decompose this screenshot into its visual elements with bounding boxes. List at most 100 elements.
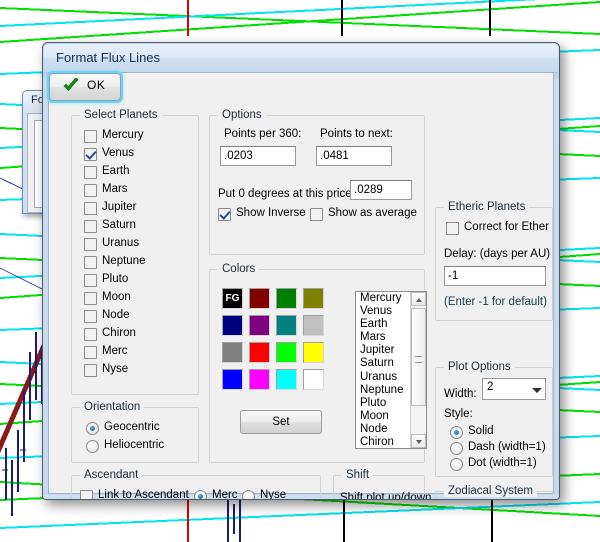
radio-dot[interactable] xyxy=(86,422,99,435)
orientation-group: Orientation Geocentric Heliocentric xyxy=(71,401,199,463)
checkbox-box[interactable] xyxy=(84,184,97,197)
listbox-scroll-thumb[interactable] xyxy=(411,308,426,406)
planet-label: Jupiter xyxy=(102,201,137,213)
format-flux-lines-dialog: Format Flux Lines OK Select Planets Merc… xyxy=(42,42,560,500)
checkbox-box[interactable] xyxy=(84,310,97,323)
checkbox-box[interactable] xyxy=(84,202,97,215)
color-swatch-navy[interactable] xyxy=(222,315,243,336)
color-swatch-purple[interactable] xyxy=(249,315,270,336)
points-to-next-input[interactable]: .0481 xyxy=(316,146,392,166)
radio-dot[interactable] xyxy=(450,458,463,471)
checkbox-box[interactable] xyxy=(84,346,97,359)
planet-label: Node xyxy=(102,309,130,321)
delay-input[interactable]: -1 xyxy=(444,266,546,286)
planet-label: Uranus xyxy=(102,237,140,249)
checkbox-box[interactable] xyxy=(84,364,97,377)
color-swatch-maroon[interactable] xyxy=(249,288,270,309)
zero-degrees-label: Put 0 degrees at this price: xyxy=(218,188,355,200)
set-color-button[interactable]: Set xyxy=(240,410,322,434)
shift-group: Shift Shift plot up/down by 0 points. xyxy=(333,469,431,499)
check-icon xyxy=(63,78,79,91)
planet-label: Mars xyxy=(102,183,128,195)
radio-dot[interactable] xyxy=(194,490,207,499)
checkbox-box[interactable] xyxy=(84,274,97,287)
checkbox-box[interactable] xyxy=(84,166,97,179)
points-per-360-input[interactable]: .0203 xyxy=(220,146,296,166)
planet-label: Venus xyxy=(102,147,134,159)
width-label: Width: xyxy=(444,388,477,400)
checkbox-box[interactable] xyxy=(84,220,97,233)
options-caption: Options xyxy=(218,109,266,121)
etheric-planets-group: Etheric Planets Correct for Ether Delay:… xyxy=(435,201,553,321)
scroll-down-arrow-icon[interactable] xyxy=(411,434,426,448)
color-swatch-green[interactable] xyxy=(276,288,297,309)
radio-dot[interactable] xyxy=(450,426,463,439)
ok-button-label: OK xyxy=(87,78,106,92)
zero-degrees-input[interactable]: .0289 xyxy=(350,180,412,200)
checkbox-box[interactable] xyxy=(84,256,97,269)
ok-button[interactable]: OK xyxy=(49,73,121,101)
chevron-down-icon[interactable] xyxy=(527,379,545,399)
color-swatch-red[interactable] xyxy=(249,342,270,363)
width-combo[interactable]: 2 xyxy=(482,378,546,400)
select-planets-group: Select Planets Mercury Venus Earth Mars xyxy=(71,109,199,395)
color-swatch-cyan[interactable] xyxy=(276,369,297,390)
ascendant-caption: Ascendant xyxy=(80,469,143,481)
color-swatch-white[interactable] xyxy=(303,369,324,390)
radio-dot[interactable] xyxy=(86,440,99,453)
plot-options-caption: Plot Options xyxy=(444,361,515,373)
style-label-text: Dot (width=1) xyxy=(468,457,537,469)
delay-label: Delay: (days per AU) xyxy=(444,248,551,260)
color-swatch-blue[interactable] xyxy=(222,369,243,390)
shift-caption: Shift xyxy=(342,469,374,481)
listbox-scrollbar[interactable] xyxy=(410,292,426,448)
color-swatch-foreground[interactable]: FG xyxy=(222,288,243,309)
orientation-label: Heliocentric xyxy=(104,439,165,451)
width-value: 2 xyxy=(487,381,494,393)
planet-label: Earth xyxy=(102,165,130,177)
planet-label: Neptune xyxy=(102,255,146,267)
checkbox-box[interactable] xyxy=(84,130,97,143)
etheric-planets-caption: Etheric Planets xyxy=(444,201,530,213)
radio-dot[interactable] xyxy=(450,442,463,455)
zodiacal-system-group: Zodiacal System Tropical (Western) Sider… xyxy=(435,485,553,499)
color-swatch-lime[interactable] xyxy=(276,342,297,363)
color-swatch-teal[interactable] xyxy=(276,315,297,336)
ascendant-source-label: Nyse xyxy=(260,489,287,500)
color-swatch-gray[interactable] xyxy=(222,342,243,363)
show-as-average-label: Show as average xyxy=(328,207,417,219)
style-label-text: Dash (width=1) xyxy=(468,441,546,453)
checkbox-box[interactable] xyxy=(84,292,97,305)
link-to-ascendant-label: Link to Ascendant xyxy=(98,489,189,500)
shift-line1: Shift plot up/down xyxy=(340,492,432,500)
zodiacal-system-caption: Zodiacal System xyxy=(444,485,538,497)
colors-caption: Colors xyxy=(218,263,260,275)
radio-dot[interactable] xyxy=(242,490,255,499)
checkbox-box[interactable] xyxy=(218,208,231,221)
dialog-title: Format Flux Lines xyxy=(56,50,161,65)
checkbox-box[interactable] xyxy=(446,222,459,235)
points-to-next-label: Points to next: xyxy=(320,128,393,140)
grip-icon xyxy=(415,356,422,363)
planet-label: Merc xyxy=(102,345,128,357)
color-swatch-magenta[interactable] xyxy=(249,369,270,390)
color-swatch-silver[interactable] xyxy=(303,315,324,336)
dialog-titlebar[interactable]: Format Flux Lines xyxy=(44,44,558,73)
checkbox-box[interactable] xyxy=(84,148,97,161)
checkbox-box[interactable] xyxy=(310,208,323,221)
style-label-text: Solid xyxy=(468,425,494,437)
checkbox-box[interactable] xyxy=(80,490,93,499)
planet-label: Mercury xyxy=(102,129,144,141)
select-planets-caption: Select Planets xyxy=(80,109,162,121)
color-swatch-yellow[interactable] xyxy=(303,342,324,363)
correct-for-ether-label: Correct for Ether xyxy=(464,221,549,233)
color-planet-listbox[interactable]: Mercury Venus Earth Mars Jupiter Saturn … xyxy=(355,291,427,449)
scroll-up-arrow-icon[interactable] xyxy=(411,292,426,306)
planet-label: Nyse xyxy=(102,363,129,375)
options-group: Options Points per 360: Points to next: … xyxy=(209,109,425,255)
checkbox-box[interactable] xyxy=(84,238,97,251)
planet-label: Pluto xyxy=(102,273,129,285)
color-swatch-olive[interactable] xyxy=(303,288,324,309)
checkbox-box[interactable] xyxy=(84,328,97,341)
delay-hint: (Enter -1 for default) xyxy=(444,296,547,308)
